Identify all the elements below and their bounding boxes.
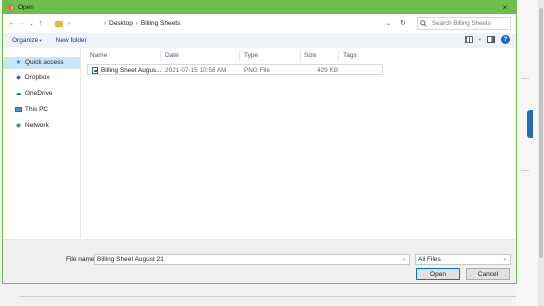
chevron-down-icon[interactable]: ⌄ xyxy=(386,20,391,27)
file-list: Name Date Type Size Tags Billing Sheet A… xyxy=(82,48,515,238)
open-button[interactable]: Open xyxy=(416,268,460,280)
sidebar-item-label: OneDrive xyxy=(25,90,53,97)
breadcrumb-separator: › xyxy=(135,20,138,27)
arrow-right-icon: → xyxy=(19,20,26,27)
file-type-select[interactable]: All Files ⌄ xyxy=(415,254,511,265)
computer-icon xyxy=(15,106,22,113)
file-size: 429 KB xyxy=(317,67,338,74)
file-name-field[interactable]: ⌄ xyxy=(94,254,410,265)
sidebar-item-quick-access[interactable]: ★ Quick access xyxy=(3,57,80,69)
new-folder-button[interactable]: New folder xyxy=(56,37,87,44)
title-bar: Open × xyxy=(3,1,516,14)
app-shield-icon xyxy=(7,3,15,12)
window-title: Open xyxy=(18,4,34,11)
sidebar-item-label: This PC xyxy=(25,106,49,113)
sidebar-item-this-pc[interactable]: This PC xyxy=(15,106,48,113)
page-scrollbar-thumb[interactable] xyxy=(539,8,543,258)
cloud-icon: ☁ xyxy=(15,91,22,97)
background-divider xyxy=(521,78,529,79)
sidebar-item-label: Quick access xyxy=(25,59,64,66)
column-divider[interactable] xyxy=(300,51,301,61)
command-bar: Organize▾ New folder ▾ ? xyxy=(3,33,516,48)
chevron-down-icon: ⌄ xyxy=(502,256,507,262)
sidebar-item-label: Dropbox xyxy=(25,74,50,81)
column-divider[interactable] xyxy=(338,51,339,61)
back-button[interactable]: ← xyxy=(6,18,17,30)
column-divider[interactable] xyxy=(239,51,240,61)
up-button[interactable]: ↑ xyxy=(35,18,46,30)
file-type-value: All Files xyxy=(418,256,441,263)
background-divider xyxy=(20,296,516,297)
file-date: 2021-07-15 10:58 AM xyxy=(165,67,227,74)
help-icon[interactable]: ? xyxy=(501,35,510,44)
organize-button[interactable]: Organize▾ xyxy=(12,37,42,44)
address-bar-row: ← → ⌄ ↑ › › Desktop › Billing Sheets ⌄ ↻ xyxy=(3,14,516,33)
chevron-down-icon[interactable]: ⌄ xyxy=(402,256,406,262)
navigation-pane: ★ Quick access ◆ Dropbox ☁ OneDrive This… xyxy=(3,48,81,238)
dropbox-icon: ◆ xyxy=(16,75,21,81)
chevron-down-icon: ⌄ xyxy=(29,20,34,27)
dropdown-arrow-icon: ▾ xyxy=(39,38,42,43)
file-name-input[interactable] xyxy=(97,256,397,263)
close-button[interactable]: × xyxy=(494,1,516,14)
column-header-type[interactable]: Type xyxy=(244,52,258,59)
breadcrumb-desktop[interactable]: Desktop xyxy=(109,20,133,27)
view-controls: ▾ ? xyxy=(464,35,510,44)
organize-label: Organize xyxy=(12,37,39,44)
forward-button[interactable]: → xyxy=(17,18,28,30)
address-bar[interactable]: › › Desktop › Billing Sheets ⌄ ↻ xyxy=(50,17,412,30)
cancel-button[interactable]: Cancel xyxy=(466,268,510,280)
network-icon: ◉ xyxy=(15,123,22,129)
preview-pane-icon[interactable] xyxy=(487,36,495,43)
change-view-icon[interactable] xyxy=(464,36,473,43)
sidebar-item-label: Network xyxy=(25,122,49,129)
column-divider[interactable] xyxy=(160,51,161,61)
arrow-up-icon: ↑ xyxy=(38,20,43,27)
breadcrumb-separator: › xyxy=(68,20,70,27)
recent-locations-button[interactable]: ⌄ xyxy=(28,18,35,30)
column-header-date[interactable]: Date xyxy=(165,52,179,59)
file-name-label: File name: xyxy=(66,256,97,263)
background-divider xyxy=(521,170,529,171)
breadcrumb-separator: › xyxy=(104,20,106,27)
image-file-icon xyxy=(92,67,98,74)
open-file-dialog: Open × ← → ⌄ ↑ › › Desktop › Billing She… xyxy=(2,0,517,284)
star-icon: ★ xyxy=(15,60,22,66)
refresh-icon[interactable]: ↻ xyxy=(400,19,406,27)
close-icon: × xyxy=(502,3,508,12)
background-app-accent xyxy=(527,110,533,138)
sidebar-item-onedrive[interactable]: ☁ OneDrive xyxy=(15,90,53,97)
file-type: PNG File xyxy=(244,67,270,74)
sidebar-item-network[interactable]: ◉ Network xyxy=(15,122,49,129)
arrow-left-icon: ← xyxy=(8,20,15,27)
search-icon xyxy=(418,20,428,27)
search-box[interactable] xyxy=(417,17,511,30)
column-header-name[interactable]: Name xyxy=(90,52,107,59)
search-input[interactable] xyxy=(432,20,510,27)
view-options-dropdown[interactable]: ▾ xyxy=(479,37,481,43)
folder-icon xyxy=(55,20,63,27)
column-header-tags[interactable]: Tags xyxy=(343,52,357,59)
breadcrumb-billing-sheets[interactable]: Billing Sheets xyxy=(141,20,180,27)
file-name: Billing Sheet Augus... xyxy=(101,67,162,74)
column-header-size[interactable]: Size xyxy=(304,52,317,59)
dialog-footer: File name: ⌄ All Files ⌄ Open Cancel xyxy=(3,239,516,283)
sidebar-item-dropbox[interactable]: ◆ Dropbox xyxy=(15,74,50,81)
file-row[interactable]: Billing Sheet Augus... 2021-07-15 10:58 … xyxy=(87,64,383,75)
